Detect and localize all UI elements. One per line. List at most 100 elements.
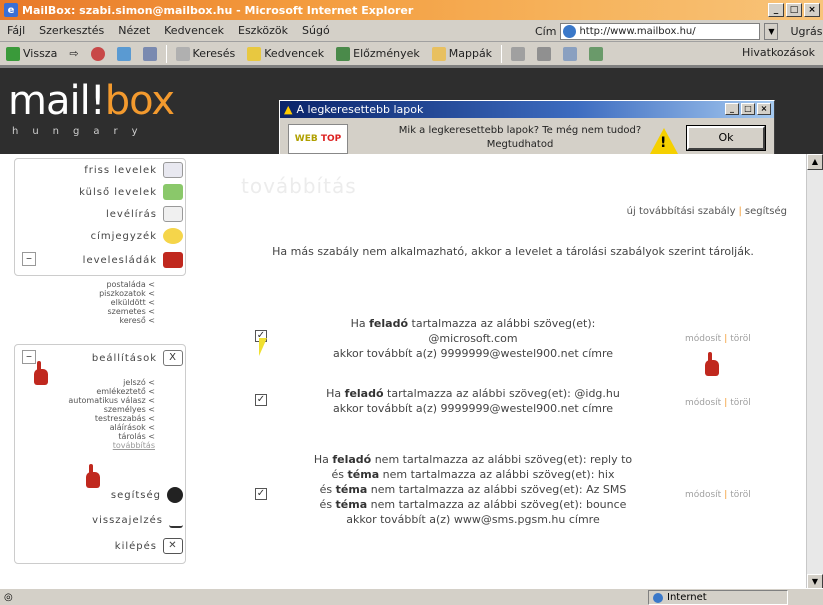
settings-forwarding[interactable]: továbbítás — [68, 441, 155, 450]
exclamation-icon: ! — [660, 135, 667, 151]
settings-list: jelszó < emlékeztető < automatikus válas… — [68, 378, 155, 450]
popup-maximize-button[interactable]: □ — [741, 103, 755, 115]
menu-edit[interactable]: Szerkesztés — [32, 24, 111, 37]
rule-target: akkor továbbít a(z) www@sms.pgsm.hu címr… — [346, 513, 600, 526]
popup-message-line1: Mik a legkeresettebb lapok? Te még nem t… — [398, 125, 642, 136]
folder-drafts[interactable]: piszkozatok < — [99, 289, 155, 298]
mailbox-logo[interactable]: mail!box — [8, 78, 175, 124]
links-button[interactable]: Hivatkozások — [742, 46, 815, 59]
chevron-down-icon[interactable]: ▼ — [764, 22, 779, 40]
popup-minimize-button[interactable]: _ — [725, 103, 739, 115]
sidebar-item-label: beállítások — [91, 352, 157, 364]
sidebar-item-new-mail[interactable]: friss levelek — [84, 162, 183, 178]
settings-reminder[interactable]: emlékeztető < — [68, 387, 155, 396]
scroll-up-arrow-icon[interactable]: ▲ — [807, 154, 823, 170]
folder-trash[interactable]: szemetes < — [99, 307, 155, 316]
address-value: http://www.mailbox.hu/ — [579, 25, 696, 37]
forward-button[interactable]: ⇨ — [63, 47, 84, 60]
page-content: mail!box hungary ▲ A legkeresettebb lapo… — [0, 66, 823, 588]
delete-rule-link[interactable]: töröl — [730, 334, 751, 344]
sidebar-item-logout[interactable]: kilépés ✕ — [115, 538, 183, 554]
back-button[interactable]: Vissza — [0, 46, 63, 61]
menu-tools[interactable]: Eszközök — [231, 24, 295, 37]
sidebar-item-feedback[interactable]: visszajelzés — [92, 512, 183, 528]
vertical-scrollbar[interactable]: ▲ ▼ — [806, 154, 823, 588]
popup-close-button[interactable]: × — [757, 103, 771, 115]
menu-help[interactable]: Súgó — [295, 24, 337, 37]
toolbar: Vissza ⇨ Keresés Kedvencek Előzmények Ma… — [0, 42, 823, 66]
status-bar: ◎ Internet — [0, 588, 823, 605]
forward-rule: Ha feladó tartalmazza az alábbi szöveg(e… — [253, 386, 693, 416]
feedback-icon — [169, 512, 183, 528]
ok-button[interactable]: Ok — [686, 125, 766, 151]
folder-inbox[interactable]: postaláda < — [99, 280, 155, 289]
minimize-button[interactable]: _ — [768, 3, 784, 17]
folders-button[interactable]: Mappák — [426, 46, 498, 61]
stop-button[interactable] — [85, 46, 111, 61]
close-button[interactable]: × — [804, 3, 820, 17]
globe-icon — [653, 593, 663, 603]
help-link[interactable]: segítség — [745, 206, 787, 217]
delete-rule-link[interactable]: töröl — [730, 490, 751, 500]
edit-button[interactable] — [557, 46, 583, 61]
settings-signatures[interactable]: aláírások < — [68, 423, 155, 432]
sidebar-item-label: címjegyzék — [90, 230, 157, 242]
edit-rule-link[interactable]: módosít — [685, 490, 721, 500]
sidebar-item-mailboxes[interactable]: levelesládák — [83, 252, 183, 268]
window-title-bar: e MailBox: szabi.simon@mailbox.hu - Micr… — [0, 0, 823, 20]
sidebar-item-address-book[interactable]: címjegyzék — [91, 228, 183, 244]
home-icon — [142, 46, 157, 61]
logo-text-mail: mail! — [8, 78, 106, 124]
popup-message: Mik a legkeresettebb lapok? Te még nem t… — [370, 124, 670, 152]
sidebar-item-compose[interactable]: levélírás — [106, 206, 183, 222]
ie-icon: e — [4, 3, 18, 17]
settings-password[interactable]: jelszó < — [68, 378, 155, 387]
toolbar-separator — [165, 44, 167, 63]
print-button[interactable] — [531, 46, 557, 61]
address-input[interactable]: http://www.mailbox.hu/ — [560, 22, 761, 40]
rule-target: akkor továbbít a(z) 9999999@westel900.ne… — [332, 347, 614, 360]
folder-sent[interactable]: elküldött < — [99, 298, 155, 307]
arrow-cursor-icon — [259, 338, 267, 356]
mail-button[interactable] — [505, 46, 531, 61]
edit-rule-link[interactable]: módosít — [685, 334, 721, 344]
settings-customize[interactable]: testreszabás < — [68, 414, 155, 423]
site-header: mail!box hungary ▲ A legkeresettebb lapo… — [0, 68, 823, 161]
refresh-button[interactable] — [111, 46, 137, 61]
sidebar-item-settings[interactable]: beállítások X — [92, 350, 183, 366]
external-mail-icon — [163, 184, 183, 200]
go-button[interactable]: Ugrás — [790, 25, 822, 38]
search-button[interactable]: Keresés — [170, 46, 242, 61]
settings-storage[interactable]: tárolás < — [68, 432, 155, 441]
popup-window: ▲ A legkeresettebb lapok _ □ × WEB TOP M… — [279, 100, 775, 161]
new-forward-rule-link[interactable]: új továbbítási szabály — [627, 206, 736, 217]
delete-rule-link[interactable]: töröl — [730, 398, 751, 408]
compose-icon — [163, 206, 183, 222]
scroll-down-arrow-icon[interactable]: ▼ — [807, 574, 823, 588]
sidebar-item-external-mail[interactable]: külső levelek — [79, 184, 183, 200]
edit-rule-link[interactable]: módosít — [685, 398, 721, 408]
favorites-button[interactable]: Kedvencek — [241, 46, 330, 61]
address-label: Cím — [535, 24, 557, 38]
menu-file[interactable]: Fájl — [0, 24, 32, 37]
home-button[interactable] — [137, 46, 163, 61]
page-done-icon: ◎ — [4, 591, 13, 603]
menu-favorites[interactable]: Kedvencek — [157, 24, 231, 37]
favorites-label: Kedvencek — [264, 47, 325, 60]
stop-icon — [90, 46, 105, 61]
folder-list: postaláda < piszkozatok < elküldött < sz… — [99, 280, 155, 325]
menu-view[interactable]: Nézet — [111, 24, 157, 37]
messenger-button[interactable] — [583, 46, 609, 61]
settings-personal[interactable]: személyes < — [68, 405, 155, 414]
badge-text-a: WEB — [294, 134, 318, 144]
collapse-settings-button[interactable]: – — [22, 350, 36, 364]
sidebar-item-label: levelesládák — [82, 254, 157, 266]
sidebar-item-help[interactable]: segítség — [111, 487, 183, 503]
rule-actions: módosít | töröl — [685, 398, 751, 408]
folders-label: Mappák — [448, 47, 493, 60]
history-button[interactable]: Előzmények — [330, 46, 426, 61]
collapse-folders-button[interactable]: – — [22, 252, 36, 266]
maximize-button[interactable]: □ — [786, 3, 802, 17]
folder-search[interactable]: kereső < — [99, 316, 155, 325]
settings-autoreply[interactable]: automatikus válasz < — [68, 396, 155, 405]
